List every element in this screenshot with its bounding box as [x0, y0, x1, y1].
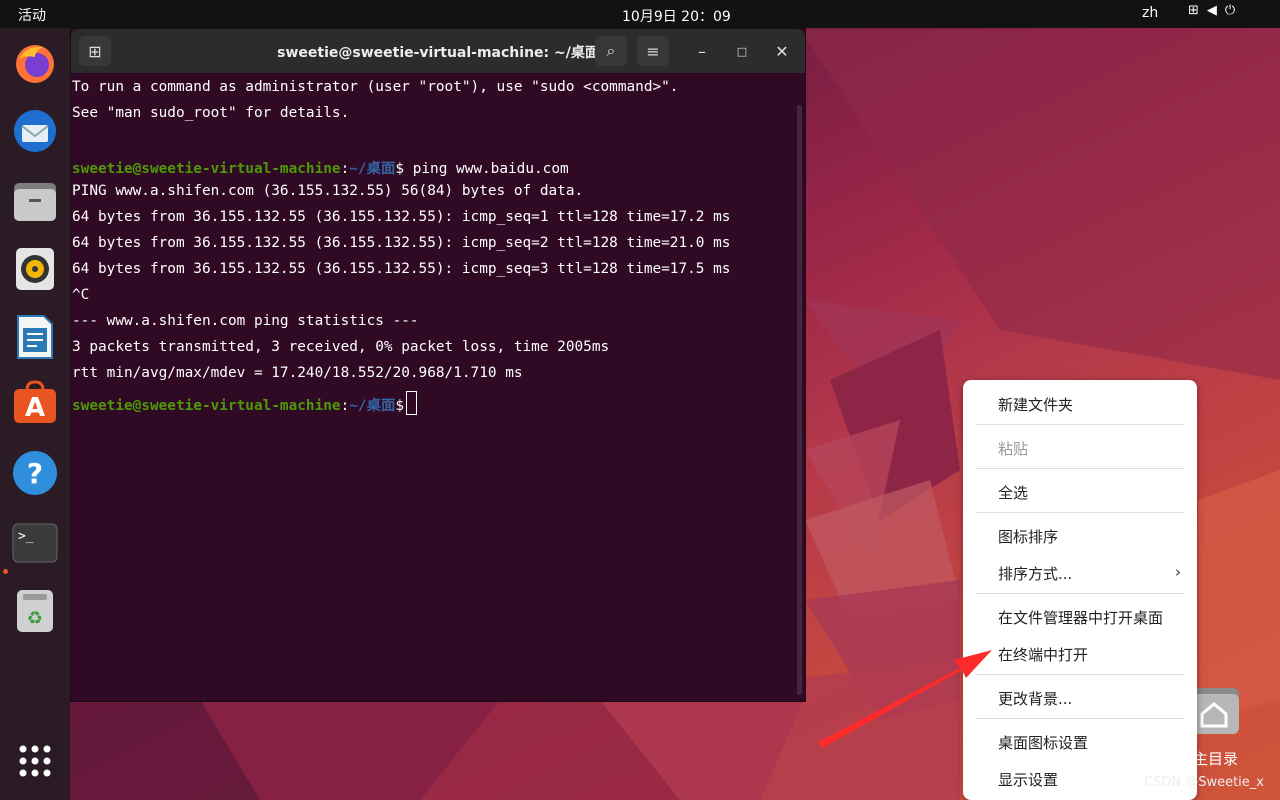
watermark: CSDN @Sweetie_x	[1144, 775, 1264, 790]
annotation-arrow	[818, 650, 992, 748]
